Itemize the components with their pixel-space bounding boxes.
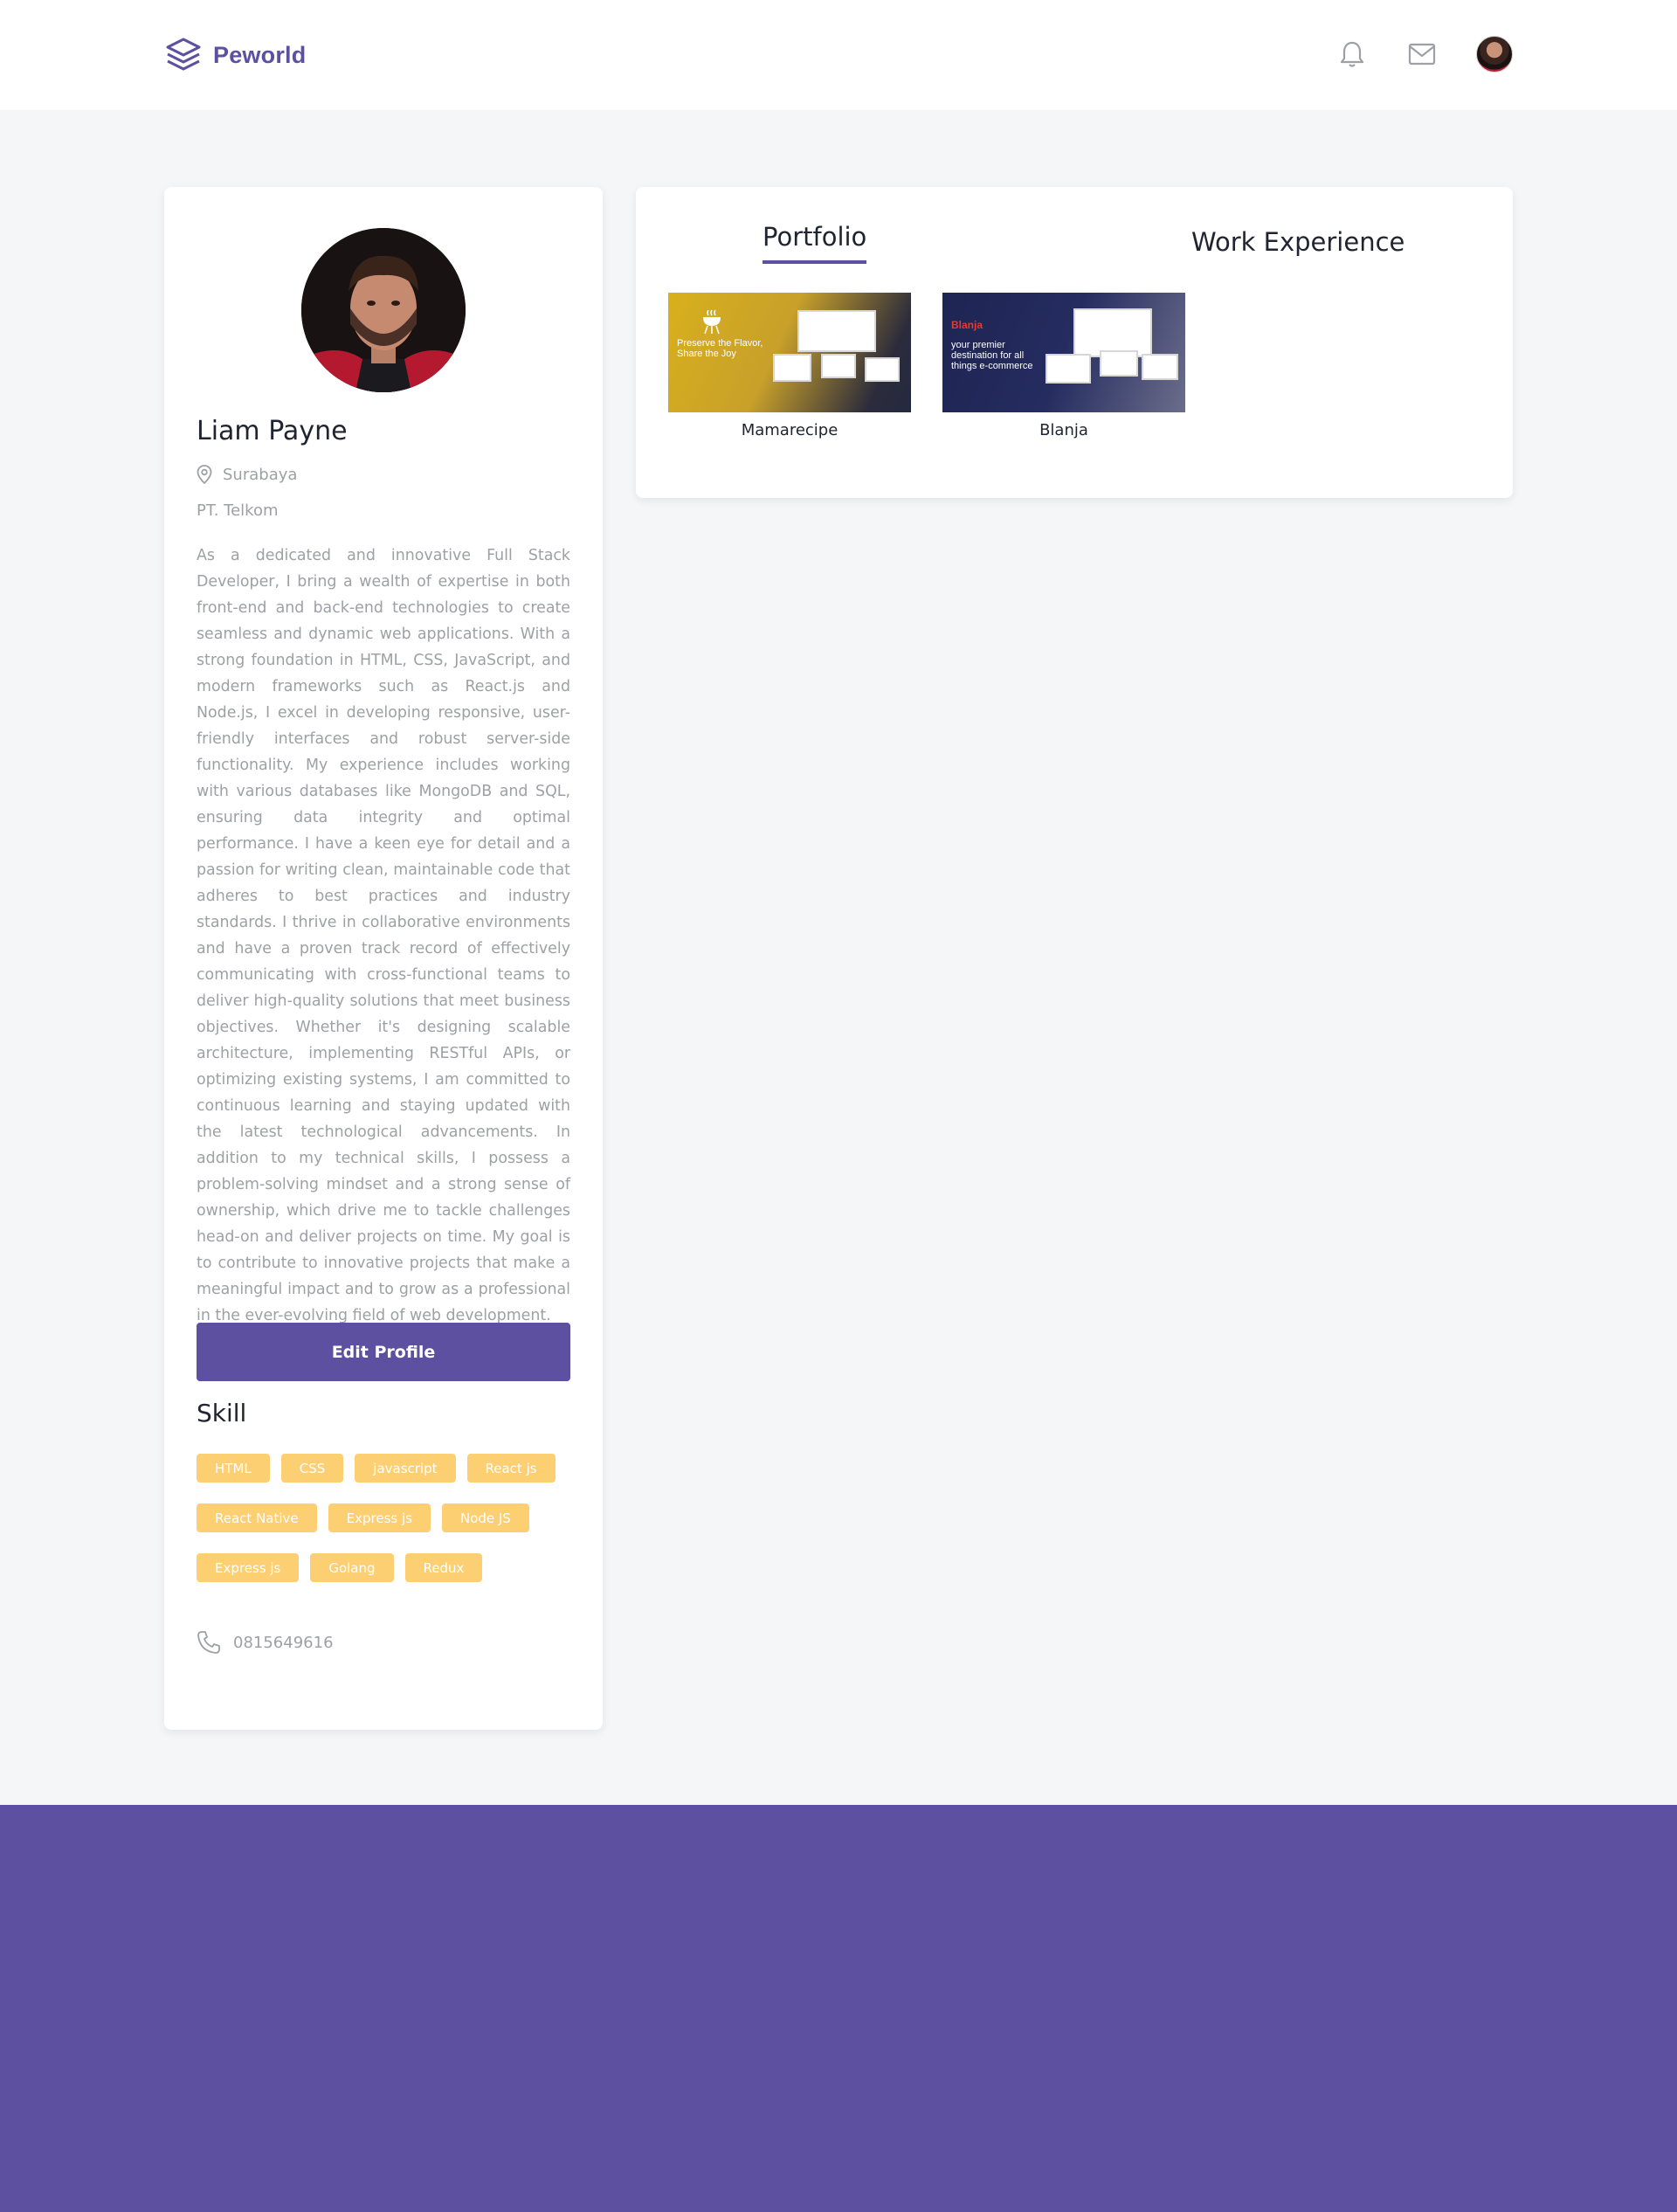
skill-row: Express js Golang Redux [197,1553,572,1582]
skill-chip: React js [466,1454,556,1483]
portfolio-label: Mamarecipe [741,421,838,439]
profile-location: Surabaya [197,465,297,484]
skill-heading: Skill [197,1399,247,1427]
profile-bio: As a dedicated and innovative Full Stack… [197,547,570,1324]
skill-chip: Node JS [441,1503,529,1532]
skill-chip: CSS [280,1454,344,1483]
mail-icon[interactable] [1406,38,1438,70]
location-text: Surabaya [223,465,298,484]
map-pin-icon [197,465,212,484]
skill-chip: Express js [197,1553,300,1582]
skill-row: React Native Express js Node JS [197,1503,572,1532]
navbar: Peworld [0,0,1677,110]
skill-chip: React Native [197,1503,317,1532]
thumbnail-caption: Preserve the Flavor, Share the Joy [677,338,763,359]
profile-avatar [301,228,466,392]
profile-card: Liam Payne Surabaya PT. Telkom As a dedi… [164,187,603,1730]
profile-company: PT. Telkom [197,501,279,520]
portfolio-item[interactable]: Blanja your premier destination for all … [942,293,1185,439]
layers-logo-icon [166,38,201,71]
portfolio-thumbnail: Preserve the Flavor, Share the Joy [668,293,911,412]
phone-text: 0815649616 [233,1633,334,1652]
bell-icon[interactable] [1336,38,1368,70]
portfolio-thumbnail: Blanja your premier destination for all … [942,293,1185,412]
skill-chip: Redux [404,1553,483,1582]
portfolio-card: Portfolio Work Experience Preserve the F… [636,187,1513,498]
portfolio-item[interactable]: Preserve the Flavor, Share the Joy Mamar… [668,293,911,439]
profile-name: Liam Payne [197,416,348,446]
brand-logo[interactable]: Peworld [164,35,306,75]
portfolio-label: Blanja [1039,421,1088,439]
phone-icon [197,1631,220,1654]
grill-icon [703,309,721,335]
skill-list: HTML CSS javascript React js React Nativ… [197,1454,572,1603]
thumbnail-brand: Blanja [951,319,983,331]
skill-chip: HTML [197,1454,270,1483]
footer [0,1805,1677,2212]
thumbnail-caption: your premier destination for all things … [951,340,1033,371]
skill-chip: javascript [355,1454,456,1483]
tab-portfolio[interactable]: Portfolio [763,222,867,264]
skill-chip: Golang [310,1553,394,1582]
tab-work-experience[interactable]: Work Experience [1191,227,1404,257]
brand-name: Peworld [213,41,307,68]
profile-phone: 0815649616 [197,1630,334,1655]
user-avatar[interactable] [1476,36,1513,73]
skill-row: HTML CSS javascript React js [197,1454,572,1483]
skill-chip: Express js [328,1503,431,1532]
edit-profile-button[interactable]: Edit Profile [197,1323,570,1381]
